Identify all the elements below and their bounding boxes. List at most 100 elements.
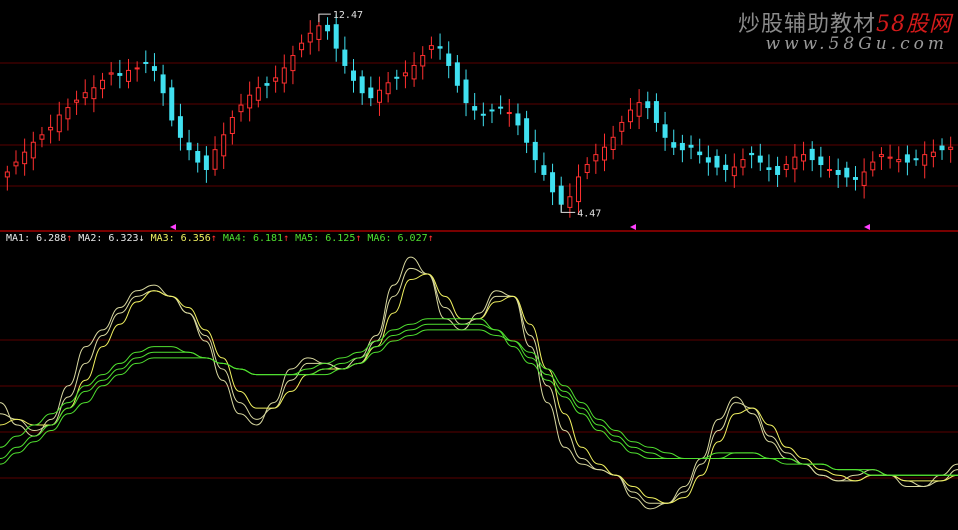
candle-body	[203, 155, 209, 170]
ma-value: 6.356	[180, 233, 211, 244]
candle-body	[100, 79, 106, 90]
period-marker-icon	[630, 224, 636, 230]
stock-chart-canvas: 12.47 4.47	[0, 10, 958, 510]
candle-body	[195, 151, 201, 163]
candle-body	[299, 42, 305, 51]
candle-body	[376, 89, 382, 103]
candle-body	[420, 55, 426, 67]
candle-body	[792, 156, 798, 170]
ma-item: MA2: 6.323↓	[78, 233, 145, 244]
candle-body	[636, 102, 642, 117]
candle-body	[247, 94, 253, 109]
candle-body	[576, 176, 582, 203]
ma-label: MA5	[295, 233, 314, 244]
ma-arrow-icon: ↑	[66, 233, 73, 244]
candle-body	[325, 24, 331, 32]
candle-body	[610, 136, 616, 151]
candle-body	[446, 53, 452, 66]
candle-body	[913, 158, 919, 161]
chart-window: 12.47 4.47 炒股辅助教材58股网 www.58Gu.com MA1: 6…	[0, 0, 958, 530]
candle-body	[783, 164, 789, 170]
ma-label: MA4	[222, 233, 241, 244]
candle-body	[221, 134, 227, 157]
candle-body	[437, 46, 443, 49]
candle-body	[827, 169, 833, 171]
candle-body	[229, 116, 235, 134]
candle-body	[143, 61, 149, 64]
ma-item: MA5: 6.125↑	[295, 233, 362, 244]
candle-body	[835, 170, 841, 175]
ma-item: MA6: 6.027↑	[367, 233, 434, 244]
candle-body	[801, 154, 807, 162]
high-marker-line	[318, 13, 331, 23]
candle-body	[584, 164, 590, 173]
candle-body	[290, 55, 296, 72]
ma-arrow-icon: ↑	[283, 233, 290, 244]
candle-body	[160, 74, 166, 94]
candle-body	[385, 82, 391, 95]
candle-body	[65, 107, 71, 120]
candle-body	[671, 142, 677, 148]
ma-item: MA4: 6.181↑	[222, 233, 290, 244]
candle-body	[56, 114, 62, 133]
candle-body	[852, 177, 858, 180]
candle-body	[108, 72, 114, 75]
candle-body	[567, 196, 573, 208]
ma-arrow-icon: ↑	[427, 233, 434, 244]
ma-indicator-row: MA1: 6.288↑ MA2: 6.323↓ MA3: 6.356↑ MA4:…	[6, 233, 434, 244]
candle-body	[749, 152, 755, 156]
candle-body	[359, 76, 365, 94]
candle-body	[489, 109, 495, 112]
candle-body	[316, 25, 322, 40]
ma-value: 6.288	[36, 233, 67, 244]
candle-body	[541, 165, 547, 175]
candle-body	[601, 146, 607, 161]
candle-body	[679, 142, 685, 151]
candle-body	[558, 185, 564, 205]
candle-body	[151, 66, 157, 71]
ma-line-ma6	[0, 329, 958, 476]
candle-body	[524, 118, 530, 143]
candle-body	[532, 141, 538, 161]
candle-body	[342, 49, 348, 66]
candle-body	[930, 151, 936, 158]
candle-body	[844, 167, 850, 178]
ma-arrow-icon: ↑	[210, 233, 217, 244]
candle-body	[402, 72, 408, 77]
candle-body	[117, 73, 123, 76]
candle-body	[887, 156, 893, 159]
candle-body	[896, 159, 902, 163]
candle-body	[818, 156, 824, 166]
candle-body	[480, 113, 486, 116]
candle-body	[645, 101, 651, 109]
candle-body	[351, 70, 357, 81]
candle-body	[861, 171, 867, 186]
period-marker-icon	[864, 224, 870, 230]
candle-body	[169, 87, 175, 121]
candle-body	[74, 99, 80, 103]
ma-line-ma4	[0, 318, 958, 476]
candle-body	[411, 64, 417, 80]
candle-body	[904, 154, 910, 163]
candle-body	[506, 112, 512, 115]
ma-arrow-icon: ↑	[355, 233, 362, 244]
ma-item: MA1: 6.288↑	[6, 233, 73, 244]
ma-arrow-icon: ↓	[138, 233, 145, 244]
candle-body	[22, 151, 28, 165]
ma-line-ma3	[0, 273, 958, 504]
ma-value: 6.125	[325, 233, 356, 244]
candle-body	[731, 166, 737, 177]
candle-body	[619, 121, 625, 132]
candle-body	[82, 92, 88, 99]
candle-body	[428, 45, 434, 50]
candle-body	[368, 87, 374, 99]
candle-body	[593, 154, 599, 162]
candle-body	[48, 126, 54, 131]
candle-body	[186, 142, 192, 151]
candle-body	[653, 101, 659, 123]
candle-body	[775, 166, 781, 175]
candle-body	[948, 146, 954, 150]
ma-label: MA2	[78, 233, 97, 244]
candle-body	[454, 62, 460, 86]
candle-body	[714, 155, 720, 168]
